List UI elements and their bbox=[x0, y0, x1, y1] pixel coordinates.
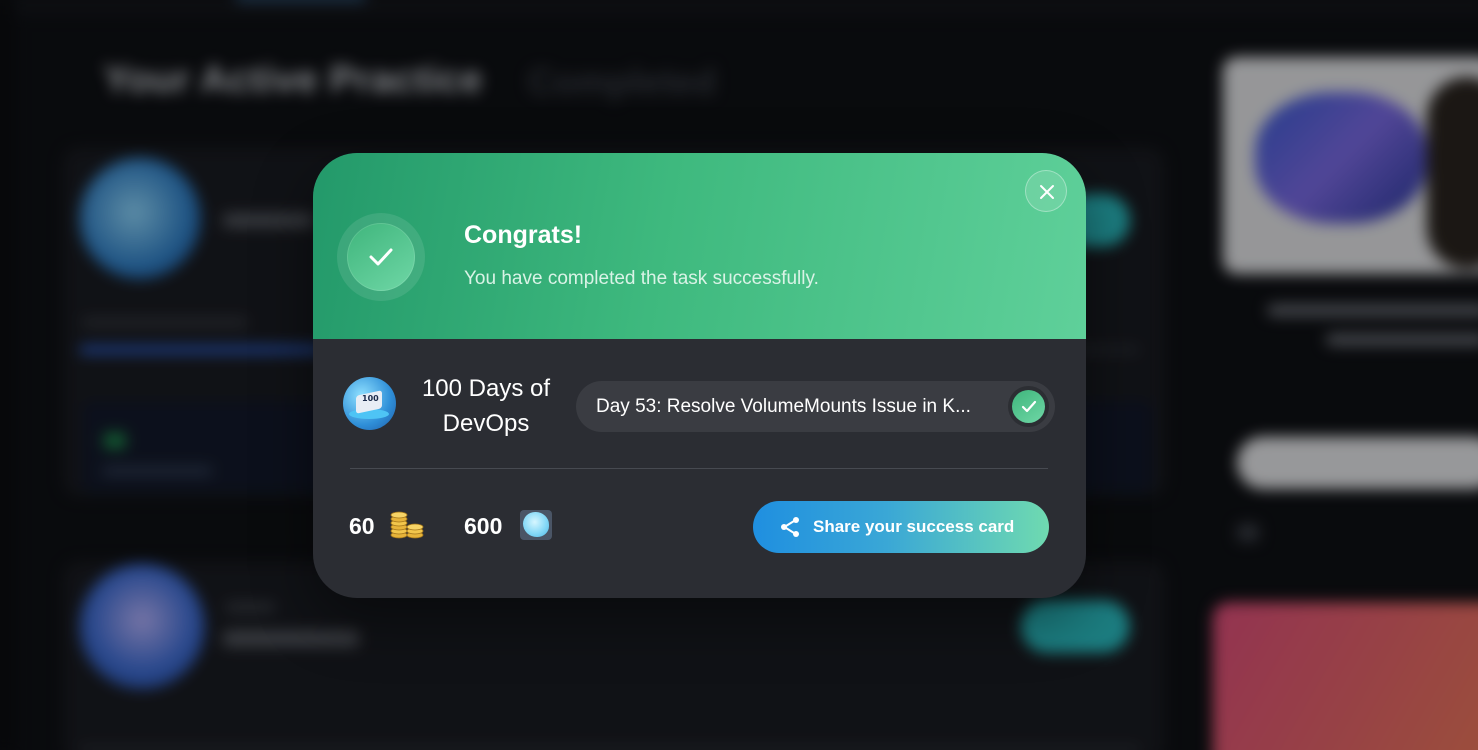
task-status bbox=[1008, 386, 1049, 427]
page: Your Active Practice Completed Congrats!… bbox=[0, 0, 1478, 750]
success-badge bbox=[337, 213, 425, 301]
course-icon-number: 100 bbox=[362, 394, 379, 403]
check-icon bbox=[347, 223, 415, 291]
success-modal: Congrats! You have completed the task su… bbox=[313, 153, 1086, 598]
share-success-card-button[interactable]: Share your success card bbox=[753, 501, 1049, 553]
gem-icon bbox=[520, 510, 552, 540]
task-label: Day 53: Resolve VolumeMounts Issue in K.… bbox=[596, 396, 971, 417]
modal-subtitle: You have completed the task successfully… bbox=[464, 268, 819, 289]
divider bbox=[350, 468, 1048, 469]
task-pill[interactable]: Day 53: Resolve VolumeMounts Issue in K.… bbox=[576, 381, 1055, 432]
share-icon bbox=[781, 517, 799, 537]
close-button[interactable] bbox=[1025, 170, 1067, 212]
course-icon: 100 bbox=[343, 377, 396, 430]
coins-icon bbox=[390, 511, 424, 539]
gem-shape bbox=[523, 512, 549, 537]
course-title: 100 Days of DevOps bbox=[421, 375, 551, 437]
modal-title: Congrats! bbox=[464, 221, 583, 249]
gems-value: 600 bbox=[464, 513, 503, 539]
task-check-icon bbox=[1012, 390, 1045, 423]
share-button-label: Share your success card bbox=[813, 517, 1015, 536]
close-icon bbox=[1040, 185, 1054, 199]
modal-header: Congrats! You have completed the task su… bbox=[313, 153, 1086, 339]
coins-value: 60 bbox=[349, 513, 375, 539]
